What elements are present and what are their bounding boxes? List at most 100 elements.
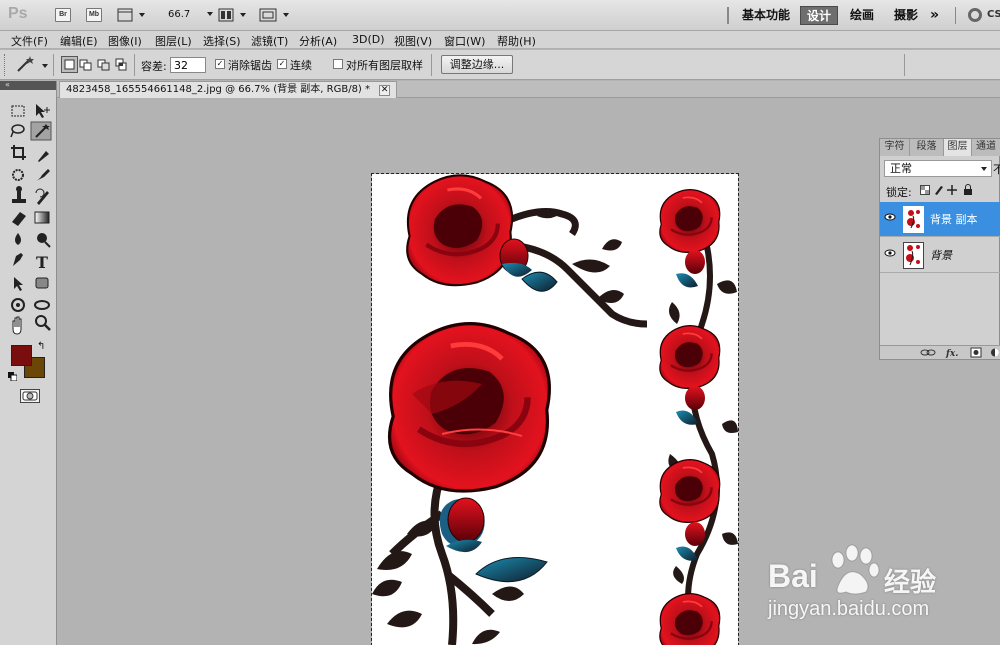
quick-mask-button[interactable] — [20, 389, 40, 403]
fx-icon[interactable]: fx. — [945, 349, 958, 359]
more-workspaces-button[interactable]: » — [924, 6, 945, 25]
subtract-from-selection-icon[interactable] — [97, 59, 110, 71]
tolerance-input[interactable] — [170, 57, 206, 73]
menu-image[interactable]: 图像(I) — [108, 33, 142, 49]
menu-filter[interactable]: 滤镜(T) — [251, 33, 288, 49]
menu-file[interactable]: 文件(F) — [11, 33, 48, 49]
add-to-selection-icon[interactable] — [79, 59, 92, 71]
menu-window[interactable]: 窗口(W) — [444, 33, 485, 49]
contiguous-label: 连续 — [290, 59, 312, 72]
separator — [727, 7, 729, 24]
brush-tool-icon[interactable] — [36, 169, 50, 181]
document-tab[interactable]: 4823458_165554661148_2.jpg @ 66.7% (背景 副… — [59, 81, 398, 98]
cs-live-icon[interactable] — [968, 8, 982, 22]
sample-all-layers-checkbox[interactable] — [333, 59, 343, 69]
jingyan-text: 经验 — [884, 568, 937, 598]
rectangle-tool-icon[interactable] — [35, 277, 49, 289]
view-extras-dropdown[interactable] — [117, 8, 147, 25]
tab-layers[interactable]: 图层 — [944, 139, 972, 156]
menu-analysis[interactable]: 分析(A) — [299, 33, 337, 49]
move-tool-icon[interactable] — [36, 104, 50, 118]
zoom-tool-icon[interactable] — [35, 315, 51, 331]
bridge-button[interactable]: Br — [55, 8, 71, 22]
eyedropper-tool-icon[interactable] — [38, 151, 49, 162]
layers-panel-footer: fx. — [880, 345, 1000, 359]
clone-stamp-tool-icon[interactable] — [12, 186, 26, 203]
mini-bridge-button[interactable]: Mb — [86, 8, 102, 22]
layer-row-background-copy[interactable]: 背景 副本 — [880, 202, 1000, 237]
tools-panel-collapse[interactable]: « — [0, 81, 56, 90]
gradient-tool-icon[interactable] — [34, 211, 50, 224]
spot-healing-brush-icon[interactable] — [12, 169, 24, 181]
adjustment-icon[interactable] — [991, 348, 999, 357]
hand-tool-icon[interactable] — [12, 316, 22, 335]
swap-colors-icon[interactable]: ↰ — [37, 341, 45, 352]
mask-icon[interactable] — [970, 347, 982, 358]
menu-select[interactable]: 选择(S) — [203, 33, 241, 49]
visibility-eye-icon[interactable] — [884, 212, 898, 226]
lock-label: 锁定: — [886, 186, 912, 199]
document-tab-title: 4823458_165554661148_2.jpg @ 66.7% (背景 副… — [66, 84, 371, 95]
tab-paragraph[interactable]: 段落 — [910, 139, 944, 156]
zoom-level-dropdown[interactable]: 66.7 — [168, 9, 214, 20]
foreground-color-swatch-front[interactable] — [11, 345, 32, 366]
3d-rotate-tool-icon[interactable] — [11, 298, 25, 312]
screen-mode-dropdown[interactable] — [259, 8, 291, 25]
document-tab-bar: 4823458_165554661148_2.jpg @ 66.7% (背景 副… — [57, 81, 1000, 98]
3d-orbit-tool-icon[interactable] — [34, 300, 50, 310]
separator — [53, 54, 54, 76]
link-icon[interactable] — [920, 349, 936, 356]
lock-pixels-icon[interactable] — [935, 186, 943, 195]
close-icon[interactable]: ✕ — [379, 85, 391, 96]
layer-row-background[interactable]: 背景 — [880, 238, 1000, 273]
type-tool-icon[interactable]: T — [36, 253, 48, 272]
rose-border-artwork — [372, 174, 738, 645]
separator — [134, 54, 135, 76]
menu-edit[interactable]: 编辑(E) — [60, 33, 98, 49]
crop-tool-icon[interactable] — [11, 145, 26, 160]
menu-help[interactable]: 帮助(H) — [497, 33, 536, 49]
screen-mode-icon — [259, 8, 289, 22]
tool-preset-picker[interactable] — [14, 55, 50, 78]
default-colors-icon[interactable] — [8, 371, 18, 382]
workspace-photography[interactable]: 摄影 — [888, 6, 924, 25]
sample-all-layers-label: 对所有图层取样 — [346, 59, 423, 72]
blend-mode-select[interactable]: 正常 — [884, 160, 992, 177]
rose-right-2 — [658, 324, 721, 390]
document-canvas[interactable] — [371, 173, 739, 645]
workspace-painting[interactable]: 绘画 — [844, 6, 880, 25]
rectangular-marquee-tool-icon[interactable] — [11, 105, 25, 117]
lasso-tool-icon[interactable] — [10, 124, 25, 138]
layer-thumbnail — [903, 206, 924, 233]
workspace-essentials[interactable]: 基本功能 — [736, 6, 796, 25]
zoom-level-value: 66.7 — [168, 9, 191, 20]
path-selection-tool-icon[interactable] — [14, 277, 23, 291]
menu-3d[interactable]: 3D(D) — [352, 33, 385, 46]
options-grip[interactable] — [4, 54, 6, 76]
magic-wand-preset-icon — [17, 56, 48, 72]
dodge-tool-icon[interactable] — [37, 233, 51, 248]
pen-tool-icon[interactable] — [13, 253, 23, 266]
layer-thumbnail — [903, 242, 924, 269]
blend-mode-value: 正常 — [890, 162, 912, 175]
new-selection-icon[interactable] — [61, 56, 78, 73]
layer-name: 背景 — [930, 249, 952, 262]
antialias-checkbox[interactable]: ✓ — [215, 59, 225, 69]
tab-character[interactable]: 字符 — [880, 139, 910, 156]
workspace-design[interactable]: 设计 — [800, 6, 839, 25]
blur-tool-icon[interactable] — [15, 233, 21, 245]
tab-channels[interactable]: 通道 — [972, 139, 1000, 156]
lock-all-icon[interactable] — [964, 184, 972, 196]
quick-selection-tool-icon[interactable] — [30, 121, 52, 141]
contiguous-checkbox[interactable]: ✓ — [277, 59, 287, 69]
eraser-tool-icon[interactable] — [12, 212, 26, 226]
menu-view[interactable]: 视图(V) — [394, 33, 432, 49]
intersect-selection-icon[interactable] — [115, 58, 127, 71]
refine-edge-button[interactable]: 调整边缘... — [441, 55, 513, 74]
lock-position-icon[interactable] — [947, 185, 957, 195]
visibility-eye-icon[interactable] — [884, 248, 898, 262]
lock-transparency-icon[interactable] — [920, 185, 930, 195]
menu-layer[interactable]: 图层(L) — [155, 33, 192, 49]
arrange-documents-dropdown[interactable] — [218, 8, 248, 25]
history-brush-icon[interactable] — [35, 188, 49, 205]
